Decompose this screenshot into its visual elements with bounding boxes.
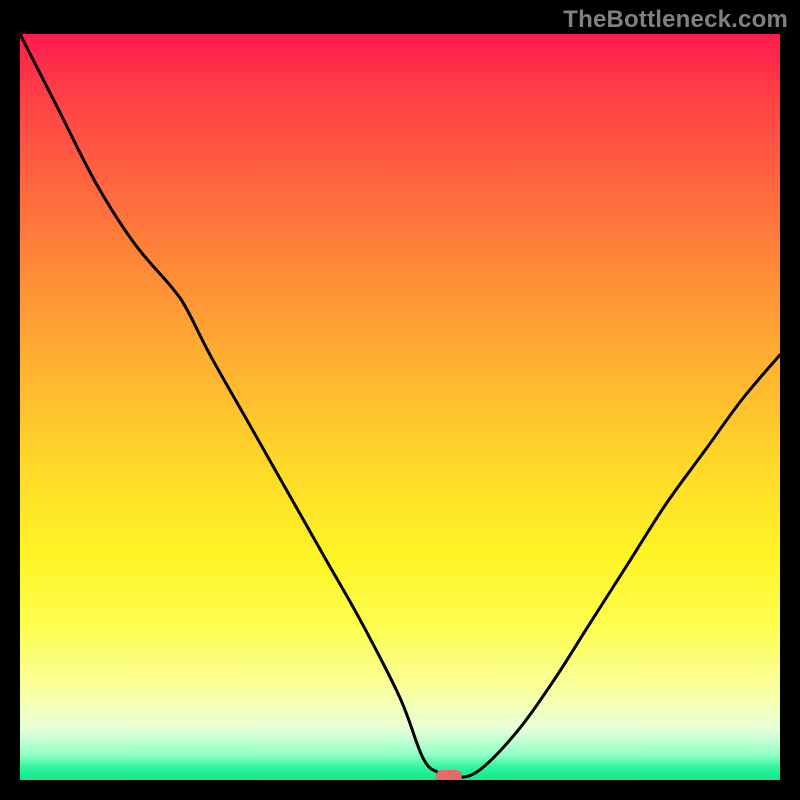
watermark-text: TheBottleneck.com [563, 6, 788, 34]
chart-frame: TheBottleneck.com [0, 0, 800, 800]
plot-area [20, 34, 780, 780]
bottleneck-curve [20, 34, 780, 780]
optimal-point-marker [436, 770, 462, 780]
